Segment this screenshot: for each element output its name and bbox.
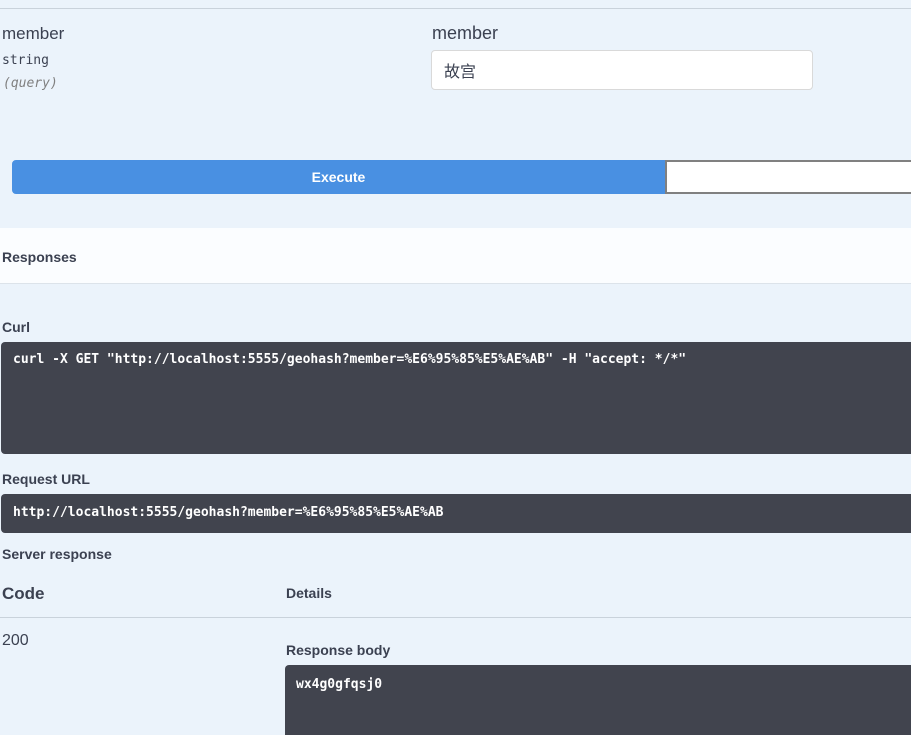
responses-title: Responses	[2, 249, 77, 265]
parameter-location: (query)	[3, 76, 58, 91]
status-code: 200	[2, 632, 29, 649]
server-response-label: Server response	[2, 546, 112, 562]
parameter-type: string	[2, 53, 49, 68]
member-input[interactable]	[431, 50, 813, 90]
curl-command-block[interactable]: curl -X GET "http://localhost:5555/geoha…	[1, 342, 911, 454]
details-column-header: Details	[286, 585, 332, 601]
parameter-name: member	[2, 24, 65, 43]
response-body-block[interactable]: wx4g0gfqsj0	[285, 665, 911, 735]
execute-button[interactable]: Execute	[12, 160, 665, 194]
code-column-header: Code	[2, 584, 45, 603]
table-divider	[0, 617, 911, 618]
clear-button[interactable]	[665, 160, 911, 194]
top-divider	[0, 8, 911, 9]
response-body-label: Response body	[286, 642, 391, 658]
member-field-label: member	[432, 23, 499, 43]
responses-header	[0, 228, 911, 284]
request-url-block[interactable]: http://localhost:5555/geohash?member=%E6…	[1, 494, 911, 533]
request-url-label: Request URL	[2, 471, 90, 487]
curl-label: Curl	[2, 319, 30, 335]
